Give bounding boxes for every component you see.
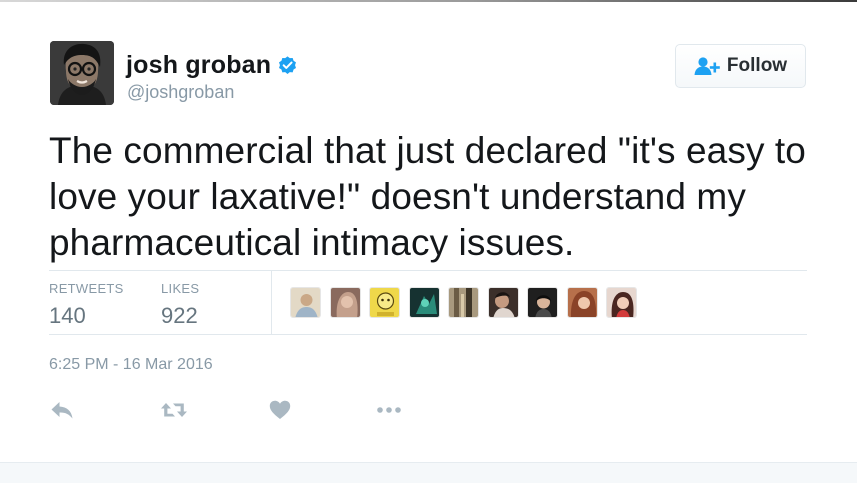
like-heart-icon [269, 400, 291, 419]
retweet-button[interactable] [160, 396, 188, 424]
liker-avatar-3-icon [370, 288, 399, 317]
liker-avatars [290, 287, 646, 318]
likes-count: 922 [161, 303, 198, 328]
follow-button-label: Follow [726, 55, 788, 76]
reply-icon [51, 402, 73, 419]
display-name[interactable]: josh groban [126, 51, 271, 80]
follow-person-plus-icon [694, 57, 720, 75]
liker-avatar-7[interactable] [527, 287, 558, 318]
liker-avatar-3[interactable] [369, 287, 400, 318]
liker-avatar-5[interactable] [448, 287, 479, 318]
liker-avatar-1[interactable] [290, 287, 321, 318]
page-footer-bar [0, 462, 857, 483]
likes-stat[interactable]: LIKES 922 [161, 281, 199, 329]
retweets-stat[interactable]: RETWEETS 140 [49, 281, 124, 329]
reply-button[interactable] [50, 396, 74, 424]
more-options-icon [377, 407, 401, 413]
retweets-label: RETWEETS [49, 281, 124, 296]
liker-avatar-1-icon [291, 288, 320, 317]
tweet-card: josh groban @joshgroban Follow The comme… [0, 0, 857, 482]
more-options-button[interactable] [376, 396, 402, 424]
follow-button[interactable]: Follow [675, 44, 806, 88]
avatar[interactable] [50, 41, 114, 105]
liker-avatar-9-icon [607, 288, 636, 317]
retweet-icon [161, 403, 187, 417]
liker-avatar-8-icon [567, 288, 597, 317]
liker-avatar-7-icon [528, 288, 557, 317]
like-button[interactable] [269, 396, 291, 424]
liker-avatar-6[interactable] [487, 287, 519, 318]
liker-avatar-8[interactable] [566, 287, 598, 318]
tweet-timestamp[interactable]: 6:25 PM - 16 Mar 2016 [49, 356, 213, 374]
liker-avatar-4[interactable] [408, 287, 440, 318]
profile-photo-icon [50, 41, 114, 105]
user-name-row[interactable]: josh groban [126, 50, 298, 80]
verified-badge-icon [279, 55, 297, 74]
liker-avatar-9[interactable] [606, 287, 637, 318]
tweet-text: The commercial that just declared "it's … [49, 130, 806, 263]
liker-avatar-2[interactable] [329, 287, 361, 318]
liker-avatar-6-icon [488, 288, 518, 317]
liker-avatar-4-icon [409, 288, 439, 317]
liker-avatar-5-icon [449, 288, 478, 317]
likes-label: LIKES [161, 281, 200, 296]
liker-avatar-2-icon [330, 288, 360, 317]
stats-top-divider [49, 270, 807, 271]
stats-bottom-divider [49, 334, 807, 335]
stats-separator [271, 271, 272, 334]
user-handle[interactable]: @joshgroban [127, 82, 234, 103]
retweets-count: 140 [49, 303, 86, 328]
